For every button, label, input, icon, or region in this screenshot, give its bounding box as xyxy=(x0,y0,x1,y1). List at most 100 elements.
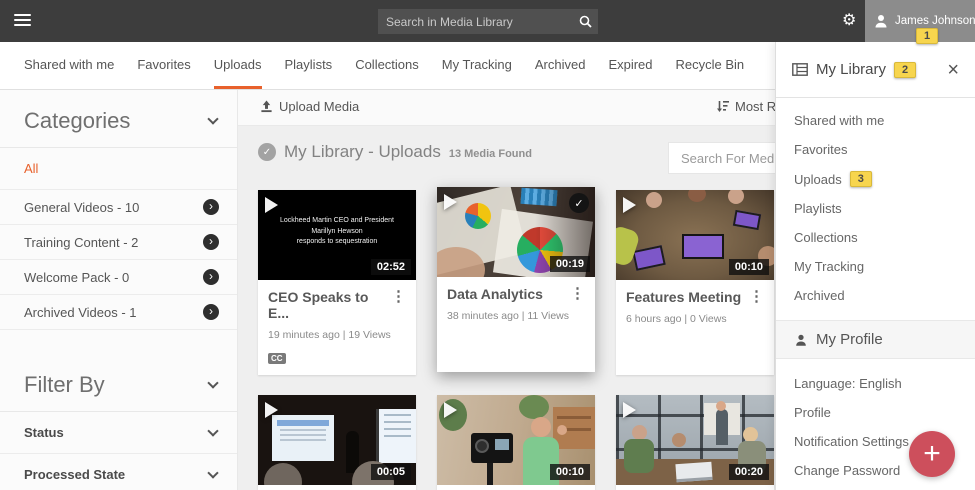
tab-playlists[interactable]: Playlists xyxy=(285,42,333,89)
video-meta: 38 minutes ago | 11 Views xyxy=(447,310,585,322)
upload-label: Upload Media xyxy=(279,99,359,114)
thumbnail-art xyxy=(487,463,493,485)
kebab-menu-icon[interactable]: ⋮ xyxy=(749,289,764,304)
media-card-ceo-speaks: Lockheed Martin CEO and President Marill… xyxy=(258,190,416,375)
upload-media-button[interactable]: Upload Media xyxy=(260,99,359,114)
video-thumbnail[interactable]: 00:20 xyxy=(616,395,774,485)
card-body: CEO Speaks to E... ⋮ 19 minutes ago | 19… xyxy=(258,280,416,375)
sort-button[interactable]: Most Re xyxy=(716,99,783,114)
hamburger-menu-icon[interactable] xyxy=(14,14,31,27)
media-card-data-analytics: ✓ 00:19 Data Analytics ⋮ 38 minutes ago … xyxy=(437,187,595,372)
category-label: Training Content - 2 xyxy=(24,235,138,250)
chevron-right-circle-icon[interactable]: › xyxy=(203,304,219,320)
tab-expired[interactable]: Expired xyxy=(608,42,652,89)
tab-favorites[interactable]: Favorites xyxy=(137,42,190,89)
media-card-features-meeting: 00:10 Features Meeting ⋮ 6 hours ago | 0… xyxy=(616,190,774,375)
video-title[interactable]: CEO Speaks to E... xyxy=(268,289,391,321)
duration-badge: 00:05 xyxy=(371,464,411,480)
profile-item-language[interactable]: Language: English xyxy=(776,369,975,398)
panel-item-uploads[interactable]: Uploads 3 xyxy=(776,164,975,194)
category-training-content[interactable]: Training Content - 2 › xyxy=(0,225,237,260)
kebab-menu-icon[interactable]: ⋮ xyxy=(391,289,406,304)
duration-badge: 00:10 xyxy=(550,464,590,480)
profile-item-sign-out[interactable]: Sign Out xyxy=(776,485,975,490)
category-general-videos[interactable]: General Videos - 10 › xyxy=(0,190,237,225)
chevron-right-circle-icon[interactable]: › xyxy=(203,199,219,215)
tab-recycle-bin[interactable]: Recycle Bin xyxy=(676,42,745,89)
tab-archived[interactable]: Archived xyxy=(535,42,586,89)
thumbnail-art xyxy=(519,395,549,419)
tab-collections[interactable]: Collections xyxy=(355,42,419,89)
video-thumbnail[interactable]: 00:05 xyxy=(258,395,416,485)
category-all[interactable]: All xyxy=(0,148,237,190)
step-badge-1: 1 xyxy=(916,28,938,44)
thumbnail-art xyxy=(716,401,726,411)
tab-my-tracking[interactable]: My Tracking xyxy=(442,42,512,89)
panel-item-archived[interactable]: Archived xyxy=(776,281,975,310)
filter-processed-state[interactable]: Processed State xyxy=(0,454,237,490)
tab-shared-with-me[interactable]: Shared with me xyxy=(24,42,114,89)
upload-icon xyxy=(260,100,273,113)
card-body xyxy=(258,485,416,490)
panel-title: My Library xyxy=(816,61,886,78)
video-thumbnail[interactable]: 00:10 xyxy=(437,395,595,485)
page-heading: ✓ My Library - Uploads 13 Media Found xyxy=(258,142,532,162)
thumbnail-art xyxy=(675,462,712,482)
thumbnail-art xyxy=(716,409,728,445)
global-search-input[interactable] xyxy=(378,15,572,29)
my-library-dropdown-panel: My Library 2 × Shared with me Favorites … xyxy=(775,42,975,490)
video-title[interactable]: Data Analytics xyxy=(447,286,543,302)
thumbnail-art xyxy=(624,439,654,473)
panel-item-favorites[interactable]: Favorites xyxy=(776,135,975,164)
panel-item-collections[interactable]: Collections xyxy=(776,223,975,252)
filter-label: Status xyxy=(24,425,64,440)
category-label: Archived Videos - 1 xyxy=(24,305,137,320)
page-title: My Library - Uploads xyxy=(284,142,441,162)
settings-gear-icon[interactable]: ⚙ xyxy=(842,10,856,30)
duration-badge: 00:20 xyxy=(729,464,769,480)
profile-item-profile[interactable]: Profile xyxy=(776,398,975,427)
panel-item-my-tracking[interactable]: My Tracking xyxy=(776,252,975,281)
chevron-right-circle-icon[interactable]: › xyxy=(203,269,219,285)
chevron-right-circle-icon[interactable]: › xyxy=(203,234,219,250)
video-thumbnail[interactable]: Lockheed Martin CEO and President Marill… xyxy=(258,190,416,280)
sort-icon xyxy=(716,100,730,113)
panel-item-playlists[interactable]: Playlists xyxy=(776,194,975,223)
play-icon xyxy=(265,197,278,213)
card-body xyxy=(616,485,774,490)
global-search xyxy=(378,9,598,34)
categories-section-header[interactable]: Categories xyxy=(0,90,237,148)
filter-by-title: Filter By xyxy=(24,372,105,398)
duration-badge: 00:19 xyxy=(550,256,590,272)
thumbnail-art xyxy=(376,409,416,463)
library-icon xyxy=(792,63,808,76)
filter-status[interactable]: Status xyxy=(0,412,237,454)
kebab-menu-icon[interactable]: ⋮ xyxy=(570,286,585,301)
duration-badge: 00:10 xyxy=(729,259,769,275)
video-thumbnail[interactable]: 00:10 xyxy=(616,190,774,280)
add-media-fab[interactable]: + xyxy=(909,431,955,477)
category-archived-videos[interactable]: Archived Videos - 1 › xyxy=(0,295,237,330)
video-title[interactable]: Features Meeting xyxy=(626,289,741,305)
video-meta: 19 minutes ago | 19 Views xyxy=(268,329,406,341)
thumbnail-art xyxy=(495,439,509,450)
cc-badge: CC xyxy=(268,353,286,364)
chevron-down-icon xyxy=(207,467,218,478)
categories-title: Categories xyxy=(24,108,130,134)
filter-by-section-header[interactable]: Filter By xyxy=(0,354,237,412)
category-welcome-pack[interactable]: Welcome Pack - 0 › xyxy=(0,260,237,295)
my-profile-title: My Profile xyxy=(816,331,883,348)
tab-uploads[interactable]: Uploads xyxy=(214,42,262,89)
chevron-down-icon xyxy=(207,425,218,436)
panel-item-shared-with-me[interactable]: Shared with me xyxy=(776,106,975,135)
step-badge-3: 3 xyxy=(850,171,872,187)
close-icon[interactable]: × xyxy=(947,60,959,80)
thumbnail-art xyxy=(682,234,724,259)
selected-check-icon[interactable]: ✓ xyxy=(569,193,589,213)
video-thumbnail[interactable]: ✓ 00:19 xyxy=(437,187,595,277)
play-icon xyxy=(444,194,457,210)
search-icon[interactable] xyxy=(572,15,598,28)
duration-badge: 02:52 xyxy=(371,259,411,275)
media-card-row2-3: 00:20 xyxy=(616,395,774,490)
chevron-down-icon xyxy=(207,377,218,388)
